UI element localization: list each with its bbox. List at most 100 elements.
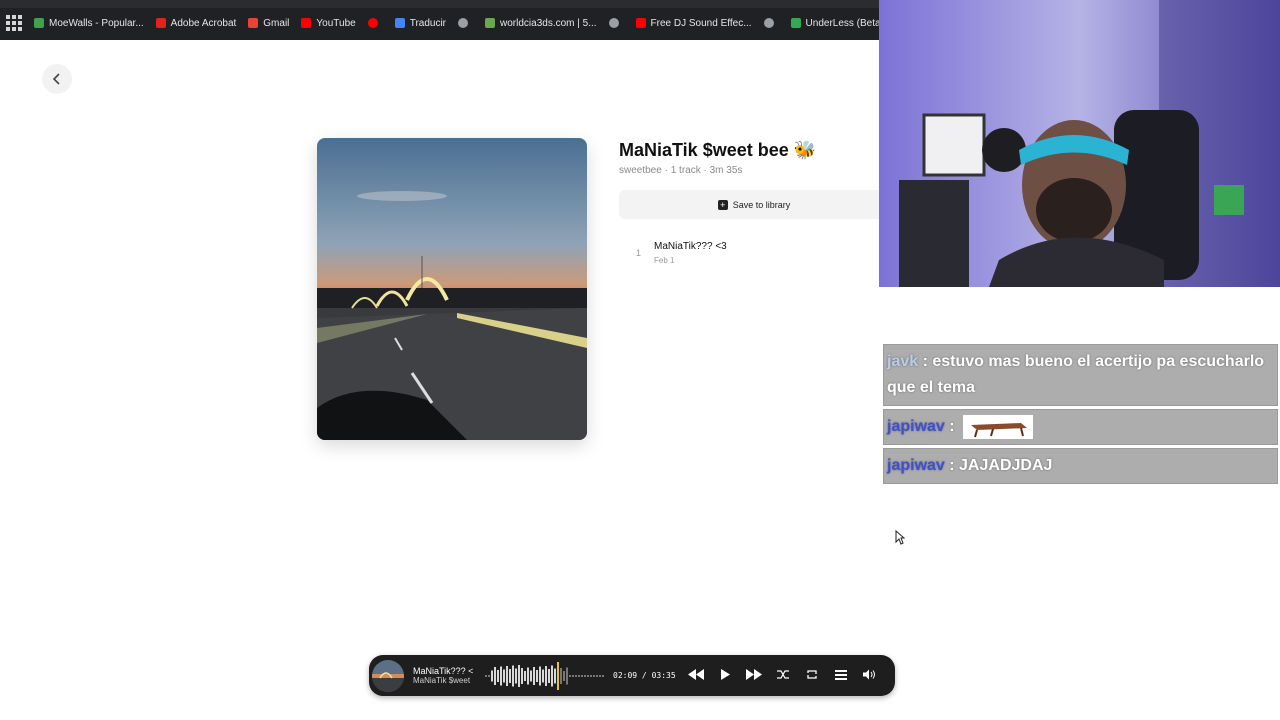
- waveform-bar: [581, 674, 583, 677]
- mouse-cursor-icon: [895, 530, 905, 545]
- rewind-icon: [688, 668, 705, 680]
- bookmark-favicon-icon: [155, 18, 166, 28]
- chat-overlay: javk : estuvo mas bueno el acertijo pa e…: [883, 344, 1278, 487]
- bookmark-label: worldcia3ds.com | 5...: [500, 17, 597, 29]
- waveform-bar: [542, 669, 544, 682]
- waveform-bar: [587, 674, 589, 677]
- plus-icon: +: [717, 199, 728, 210]
- repeat-button[interactable]: [804, 669, 821, 683]
- album-title: MaNiaTik $weet bee 🐝: [619, 140, 817, 160]
- bookmark-favicon-icon: [34, 18, 44, 28]
- chat-message: japiwav : JAJADJDAJ: [883, 448, 1278, 484]
- bookmark-item[interactable]: [763, 18, 779, 28]
- bookmark-item[interactable]: [367, 18, 383, 28]
- waveform-bar: [578, 674, 580, 677]
- track-number: 1: [636, 248, 642, 258]
- bookmark-item[interactable]: [608, 18, 624, 28]
- bookmark-item[interactable]: YouTube: [301, 18, 356, 29]
- waveform-bar: [566, 667, 568, 684]
- bookmark-item[interactable]: MoeWalls - Popular...: [34, 18, 144, 29]
- album-meta: sweetbee · 1 track · 3m 35s: [619, 165, 743, 176]
- chat-message: javk : estuvo mas bueno el acertijo pa e…: [883, 344, 1278, 406]
- bookmark-favicon-icon: [485, 18, 496, 28]
- chat-username: javk: [887, 353, 919, 370]
- waveform-bar: [602, 674, 604, 677]
- waveform-bar: [533, 666, 535, 685]
- player-thumbnail[interactable]: [372, 659, 404, 692]
- bookmark-favicon-icon: [635, 18, 646, 28]
- bookmark-item[interactable]: UnderLess (Beta): [790, 17, 880, 29]
- waveform-bar: [584, 674, 586, 677]
- queue-icon: [835, 669, 848, 680]
- waveform-bar: [524, 670, 526, 681]
- waveform-bar: [515, 668, 517, 683]
- chat-message: japiwav :: [883, 409, 1278, 445]
- bookmark-favicon-icon: [301, 18, 312, 28]
- track-row[interactable]: 1 MaNiaTik??? <3 Feb 1: [619, 236, 879, 270]
- waveform-bar: [494, 666, 496, 685]
- time-separator: /: [641, 671, 647, 680]
- waveform-bar: [485, 674, 487, 677]
- waveform-bar: [500, 666, 502, 685]
- waveform-bar: [599, 674, 601, 677]
- chat-text: estuvo mas bueno el acertijo pa escuchar…: [887, 353, 1265, 396]
- shuffle-button[interactable]: [775, 669, 792, 683]
- volume-button[interactable]: [862, 669, 879, 683]
- bookmark-label: UnderLess (Beta): [805, 17, 880, 29]
- bookmark-label: Adobe Acrobat: [170, 17, 237, 29]
- bookmark-label: Gmail: [263, 17, 290, 29]
- waveform-bar: [488, 674, 490, 677]
- bench-emote-icon: [963, 414, 1034, 439]
- bookmark-label: Free DJ Sound Effec...: [650, 17, 752, 29]
- bookmark-label: Traducir: [409, 17, 447, 29]
- waveform-bar: [575, 674, 577, 677]
- waveform-bar: [590, 674, 592, 677]
- waveform-bar: [563, 670, 565, 681]
- bookmark-item[interactable]: [458, 18, 473, 28]
- playhead[interactable]: [557, 661, 559, 690]
- bookmark-favicon-icon: [394, 18, 405, 28]
- player-bar: MaNiaTik??? < MaNiaTik $weet 02:09 / 03:…: [369, 655, 895, 696]
- tab-strip: [0, 0, 880, 8]
- back-button[interactable]: [42, 64, 72, 94]
- waveform-bar: [497, 669, 499, 682]
- waveform-bar: [545, 665, 547, 686]
- bookmark-item[interactable]: worldcia3ds.com | 5...: [485, 18, 597, 29]
- waveform-bar: [506, 665, 508, 686]
- waveform-bar: [530, 670, 532, 681]
- save-to-library-button[interactable]: + Save to library: [619, 190, 889, 219]
- queue-button[interactable]: [833, 669, 850, 683]
- bookmark-item[interactable]: Traducir: [394, 17, 447, 29]
- bookmark-favicon-icon: [608, 18, 619, 28]
- chevron-left-icon: [52, 73, 60, 85]
- bookmark-item[interactable]: Free DJ Sound Effec...: [635, 17, 752, 29]
- waveform-bar: [572, 674, 574, 677]
- waveform-bar: [491, 670, 493, 681]
- play-icon: [721, 668, 731, 680]
- apps-grid-icon[interactable]: [6, 15, 22, 31]
- shuffle-icon: [777, 669, 790, 679]
- bookmark-favicon-icon: [790, 18, 801, 28]
- bookmark-favicon-icon: [248, 18, 259, 28]
- fast-forward-button[interactable]: [746, 668, 763, 683]
- bookmark-list: MoeWalls - Popular... Adobe Acrobat Gmail Y…: [34, 12, 880, 29]
- track-date: Feb 1: [654, 256, 675, 265]
- rewind-button[interactable]: [688, 668, 705, 683]
- bookmark-item[interactable]: Gmail: [248, 18, 289, 29]
- total-time: 03:35: [651, 671, 676, 680]
- waveform-bar: [548, 668, 550, 683]
- chat-username: japiwav: [887, 418, 945, 435]
- fast-forward-icon: [746, 668, 763, 680]
- waveform-bar: [503, 669, 505, 682]
- bookmark-item[interactable]: Adobe Acrobat: [155, 17, 237, 29]
- repeat-icon: [807, 669, 817, 679]
- play-button[interactable]: [717, 668, 734, 683]
- waveform-bar: [569, 674, 571, 677]
- waveform-bar: [518, 664, 520, 687]
- bookmark-favicon-icon: [458, 18, 469, 28]
- chat-text: JAJADJDAJ: [959, 457, 1053, 474]
- waveform-seekbar[interactable]: [485, 661, 605, 691]
- bookmark-favicon-icon: [763, 18, 774, 28]
- waveform-bar: [509, 668, 511, 683]
- waveform-bar: [512, 665, 514, 686]
